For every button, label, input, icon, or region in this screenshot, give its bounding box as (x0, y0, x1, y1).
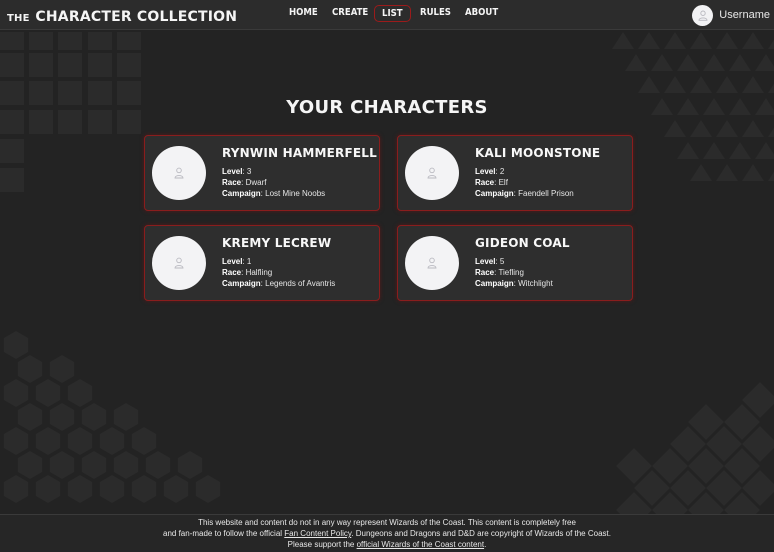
character-level: Level: 1 (222, 257, 252, 266)
fan-content-policy-link[interactable]: Fan Content Policy (284, 529, 351, 538)
nav-rules[interactable]: RULES (420, 7, 451, 18)
brand-prefix: THE (7, 13, 30, 24)
character-race: Race: Elf (475, 178, 508, 187)
site-footer: This website and content do not in any w… (0, 514, 774, 552)
brand-title: CHARACTER COLLECTION (35, 9, 238, 25)
character-race: Race: Tiefling (475, 268, 524, 277)
nav-create[interactable]: CREATE (332, 7, 368, 18)
character-card[interactable]: GIDEON COAL Level: 5 Race: Tiefling Camp… (397, 225, 633, 301)
character-race: Race: Dwarf (222, 178, 267, 187)
username: Username (719, 9, 770, 21)
nav-about[interactable]: ABOUT (465, 7, 498, 18)
page-title: YOUR CHARACTERS (286, 97, 488, 118)
character-avatar-icon (152, 146, 206, 200)
character-card[interactable]: RYNWIN HAMMERFELL Level: 3 Race: Dwarf C… (144, 135, 380, 211)
character-name: RYNWIN HAMMERFELL (222, 146, 377, 160)
character-card[interactable]: KALI MOONSTONE Level: 2 Race: Elf Campai… (397, 135, 633, 211)
character-campaign: Campaign: Legends of Avantris (222, 279, 336, 288)
character-level: Level: 3 (222, 167, 252, 176)
character-race: Race: Halfling (222, 268, 273, 277)
character-avatar-icon (405, 146, 459, 200)
background-pattern (0, 32, 774, 528)
character-level: Level: 2 (475, 167, 505, 176)
character-campaign: Campaign: Witchlight (475, 279, 553, 288)
character-avatar-icon (405, 236, 459, 290)
character-card[interactable]: KREMY LECREW Level: 1 Race: Halfling Cam… (144, 225, 380, 301)
character-name: KREMY LECREW (222, 236, 332, 250)
site-logo[interactable]: THE CHARACTER COLLECTION (7, 6, 237, 25)
character-campaign: Campaign: Faendell Prison (475, 189, 574, 198)
character-avatar-icon (152, 236, 206, 290)
footer-line-1: This website and content do not in any w… (198, 518, 576, 527)
footer-line-2: and fan-made to follow the official Fan … (163, 529, 611, 538)
user-menu[interactable]: Username (692, 4, 770, 26)
wotc-content-link[interactable]: official Wizards of the Coast content (357, 540, 484, 549)
footer-line-3: Please support the official Wizards of t… (287, 540, 487, 549)
character-campaign: Campaign: Lost Mine Noobs (222, 189, 326, 198)
character-name: GIDEON COAL (475, 236, 570, 250)
top-nav-bar: THE CHARACTER COLLECTION HOME CREATE LIS… (0, 0, 774, 30)
nav-home[interactable]: HOME (289, 7, 318, 18)
user-icon (692, 4, 714, 26)
character-level: Level: 5 (475, 257, 505, 266)
nav-list[interactable]: LIST (374, 5, 411, 22)
character-name: KALI MOONSTONE (475, 146, 601, 160)
